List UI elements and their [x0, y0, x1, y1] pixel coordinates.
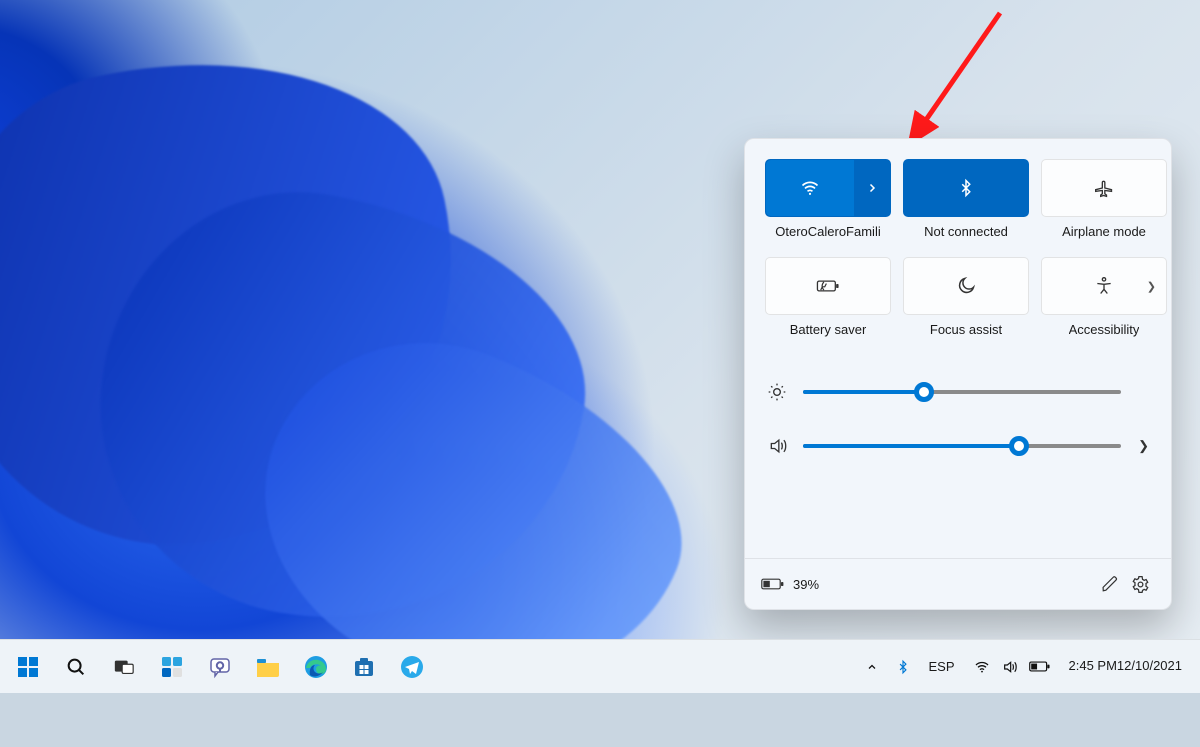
airplane-mode-label: Airplane mode	[1062, 224, 1146, 239]
taskbar: ESP 2:45 PM 12/10/2021	[0, 639, 1200, 693]
chevron-right-icon	[866, 182, 878, 194]
focus-assist-tile[interactable]	[903, 257, 1029, 315]
chevron-right-icon: ❯	[1147, 280, 1156, 293]
file-explorer-button[interactable]	[246, 645, 290, 689]
battery-status-icon[interactable]: 39%	[761, 577, 819, 592]
start-button[interactable]	[6, 645, 50, 689]
accessibility-tile[interactable]: ❯	[1041, 257, 1167, 315]
bluetooth-icon	[957, 177, 975, 199]
battery-saver-tile[interactable]	[765, 257, 891, 315]
system-tray: ESP 2:45 PM 12/10/2021	[858, 647, 1200, 687]
wifi-label: OteroCaleroFamili	[775, 224, 880, 239]
volume-output-chevron[interactable]: ❯	[1131, 438, 1149, 454]
battery-saver-icon	[815, 277, 841, 295]
quick-settings-sliders: ❯	[745, 353, 1171, 477]
brightness-track[interactable]	[803, 390, 1121, 394]
clock-date: 12/10/2021	[1117, 658, 1182, 674]
edit-quick-settings-button[interactable]	[1095, 569, 1125, 599]
volume-icon	[1001, 659, 1019, 675]
tray-bluetooth-icon[interactable]	[888, 647, 918, 687]
bluetooth-tile[interactable]	[903, 159, 1029, 217]
airplane-mode-tile[interactable]	[1041, 159, 1167, 217]
edge-button[interactable]	[294, 645, 338, 689]
telegram-button[interactable]	[390, 645, 434, 689]
open-settings-button[interactable]	[1125, 569, 1155, 599]
wifi-toggle[interactable]	[766, 160, 854, 216]
accessibility-label: Accessibility	[1069, 322, 1140, 337]
quick-settings-panel: OteroCaleroFamili Not connected	[744, 138, 1172, 610]
volume-track[interactable]	[803, 444, 1121, 448]
wifi-tile[interactable]	[765, 159, 891, 217]
quick-settings-footer: 39%	[745, 558, 1171, 609]
language-indicator[interactable]: ESP	[920, 647, 962, 687]
brightness-slider[interactable]	[767, 365, 1149, 419]
bluetooth-label: Not connected	[924, 224, 1008, 239]
clock-button[interactable]: 2:45 PM 12/10/2021	[1061, 647, 1191, 687]
airplane-icon	[1094, 178, 1114, 198]
search-button[interactable]	[54, 645, 98, 689]
wifi-icon	[973, 659, 991, 675]
widgets-button[interactable]	[150, 645, 194, 689]
brightness-icon	[767, 382, 793, 402]
language-text: ESP	[928, 659, 954, 674]
accessibility-icon	[1094, 276, 1114, 296]
battery-saver-label: Battery saver	[790, 322, 867, 337]
chat-button[interactable]	[198, 645, 242, 689]
task-view-button[interactable]	[102, 645, 146, 689]
wifi-icon	[800, 178, 820, 198]
wifi-expand[interactable]	[854, 160, 890, 216]
volume-slider[interactable]: ❯	[767, 419, 1149, 473]
quick-settings-tiles: OteroCaleroFamili Not connected	[745, 139, 1171, 353]
battery-percent-text: 39%	[793, 577, 819, 592]
battery-icon	[1029, 660, 1051, 673]
tray-overflow-chevron[interactable]	[858, 647, 886, 687]
taskbar-pinned-apps	[6, 645, 434, 689]
clock-time: 2:45 PM	[1069, 658, 1117, 674]
microsoft-store-button[interactable]	[342, 645, 386, 689]
focus-assist-label: Focus assist	[930, 322, 1002, 337]
volume-icon	[767, 436, 793, 456]
network-volume-battery-button[interactable]	[965, 647, 1059, 687]
moon-icon	[956, 276, 976, 296]
